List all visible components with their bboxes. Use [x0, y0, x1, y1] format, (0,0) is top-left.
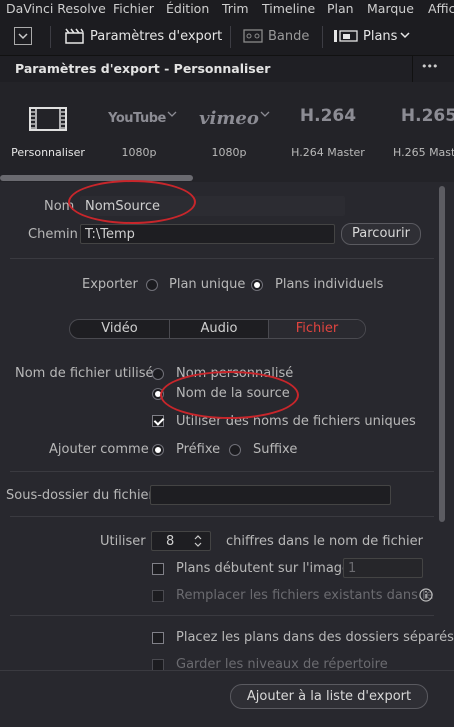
sous-dossier-input[interactable] — [150, 485, 391, 505]
ajouter-liste-button[interactable]: Ajouter à la liste d'export — [230, 684, 428, 709]
remplacer-label: Remplacer les fichiers existants dans le — [176, 588, 434, 603]
plans-individuels-radio[interactable] — [251, 279, 263, 291]
plans-button[interactable]: Plans — [363, 29, 397, 44]
preset-h265[interactable]: H.265 H.265 Maste — [384, 82, 454, 182]
prefixe-label: Préfixe — [176, 442, 221, 457]
preset-label: 1080p — [121, 146, 157, 159]
preset-label: Personnaliser — [11, 146, 85, 159]
preset-label: H.265 Maste — [393, 146, 454, 159]
tab-video[interactable]: Vidéo — [70, 320, 169, 338]
preset-youtube[interactable]: YouTube 1080p — [96, 82, 182, 182]
plan-unique-radio[interactable] — [146, 279, 158, 291]
menu-timeline[interactable]: Timeline — [262, 1, 315, 16]
chiffres-label: chiffres dans le nom de fichier — [226, 534, 423, 549]
chemin-input[interactable]: T:\Temp — [80, 224, 335, 244]
bottom-bar: Ajouter à la liste d'export — [0, 670, 454, 727]
preset-h264[interactable]: H.264 H.264 Master — [284, 82, 372, 182]
divider — [10, 471, 434, 472]
suffixe-label: Suffixe — [253, 442, 298, 457]
chevron-down-icon — [18, 33, 28, 40]
tab-bar: Vidéo Audio Fichier — [69, 319, 366, 339]
chemin-label: Chemin — [28, 227, 78, 242]
utiliser-label: Utiliser — [100, 534, 146, 549]
annotation-oval-nom — [68, 180, 196, 224]
exporter-label: Exporter — [82, 277, 138, 292]
info-icon[interactable] — [419, 588, 433, 602]
preset-strip: Personnaliser YouTube 1080p vimeo 1080p … — [0, 82, 454, 182]
nom-fichier-label: Nom de fichier utilisé — [15, 366, 154, 381]
preset-label: 1080p — [211, 146, 247, 159]
divider — [10, 615, 434, 616]
sous-dossier-label: Sous-dossier du fichier — [6, 488, 154, 503]
stepper-arrows-icon[interactable] — [192, 533, 204, 549]
plans-debutent-label: Plans débutent sur l'image — [176, 561, 351, 576]
clips-icon — [334, 30, 358, 42]
ajouter-comme-label: Ajouter comme — [49, 442, 149, 457]
prefixe-radio[interactable] — [152, 444, 164, 456]
parcourir-button[interactable]: Parcourir — [341, 223, 421, 245]
more-options-icon[interactable]: ••• — [421, 60, 438, 73]
dossiers-separes-checkbox[interactable] — [152, 632, 164, 644]
chevron-down-icon[interactable] — [260, 110, 270, 118]
dossiers-separes-label: Placez les plans dans des dossiers sépar… — [176, 630, 454, 645]
panel-header: Paramètres d'export - Personnaliser ••• — [0, 55, 454, 83]
plans-debutent-input[interactable]: 1 — [343, 558, 423, 578]
chevron-down-icon[interactable] — [167, 110, 177, 118]
noms-uniques-checkbox[interactable] — [152, 415, 164, 427]
suffixe-radio[interactable] — [229, 444, 241, 456]
plan-unique-label: Plan unique — [169, 277, 246, 292]
preset-vimeo[interactable]: vimeo 1080p — [186, 82, 272, 182]
film-icon — [29, 107, 67, 131]
remplacer-checkbox[interactable] — [152, 590, 164, 602]
plans-debutent-checkbox[interactable] — [152, 563, 164, 575]
menu-edition[interactable]: Édition — [166, 1, 209, 16]
tab-audio[interactable]: Audio — [170, 320, 268, 338]
divider — [10, 258, 434, 259]
panel-title: Paramètres d'export - Personnaliser — [15, 61, 271, 76]
horizontal-scrollbar[interactable] — [0, 175, 193, 181]
menu-marque[interactable]: Marque — [367, 1, 414, 16]
menu-fichier[interactable]: Fichier — [113, 1, 154, 16]
nom-personnalise-radio[interactable] — [152, 368, 164, 380]
annotation-oval-source — [160, 371, 299, 419]
toolbar: Paramètres d'export Bande Plans — [0, 18, 454, 55]
header-separator — [412, 56, 413, 82]
menu-davinci[interactable]: DaVinci Resolve — [6, 1, 106, 16]
chevron-down-icon[interactable] — [399, 31, 411, 41]
toolbar-separator — [322, 26, 323, 48]
plans-individuels-label: Plans individuels — [275, 277, 384, 292]
panel-toggle-button[interactable] — [14, 27, 32, 45]
bande-button[interactable]: Bande — [268, 29, 309, 44]
preset-personnaliser[interactable]: Personnaliser — [0, 82, 96, 182]
menu-affichage[interactable]: Affic — [428, 1, 454, 16]
chiffres-value: 8 — [166, 534, 175, 549]
divider — [10, 516, 434, 517]
export-params-icon — [65, 28, 84, 44]
menu-bar: DaVinci Resolve Fichier Édition Trim Tim… — [0, 0, 454, 18]
h264-label: H.264 — [299, 106, 357, 126]
tape-icon — [243, 29, 263, 43]
toolbar-separator — [50, 26, 51, 48]
export-params-button[interactable]: Paramètres d'export — [90, 29, 222, 44]
vertical-scrollbar[interactable] — [439, 186, 445, 522]
toolbar-separator — [230, 26, 231, 48]
h265-label: H.265 — [400, 106, 454, 126]
tab-fichier[interactable]: Fichier — [269, 320, 365, 338]
preset-label: H.264 Master — [291, 146, 365, 159]
menu-plan[interactable]: Plan — [327, 1, 354, 16]
menu-trim[interactable]: Trim — [222, 1, 249, 16]
